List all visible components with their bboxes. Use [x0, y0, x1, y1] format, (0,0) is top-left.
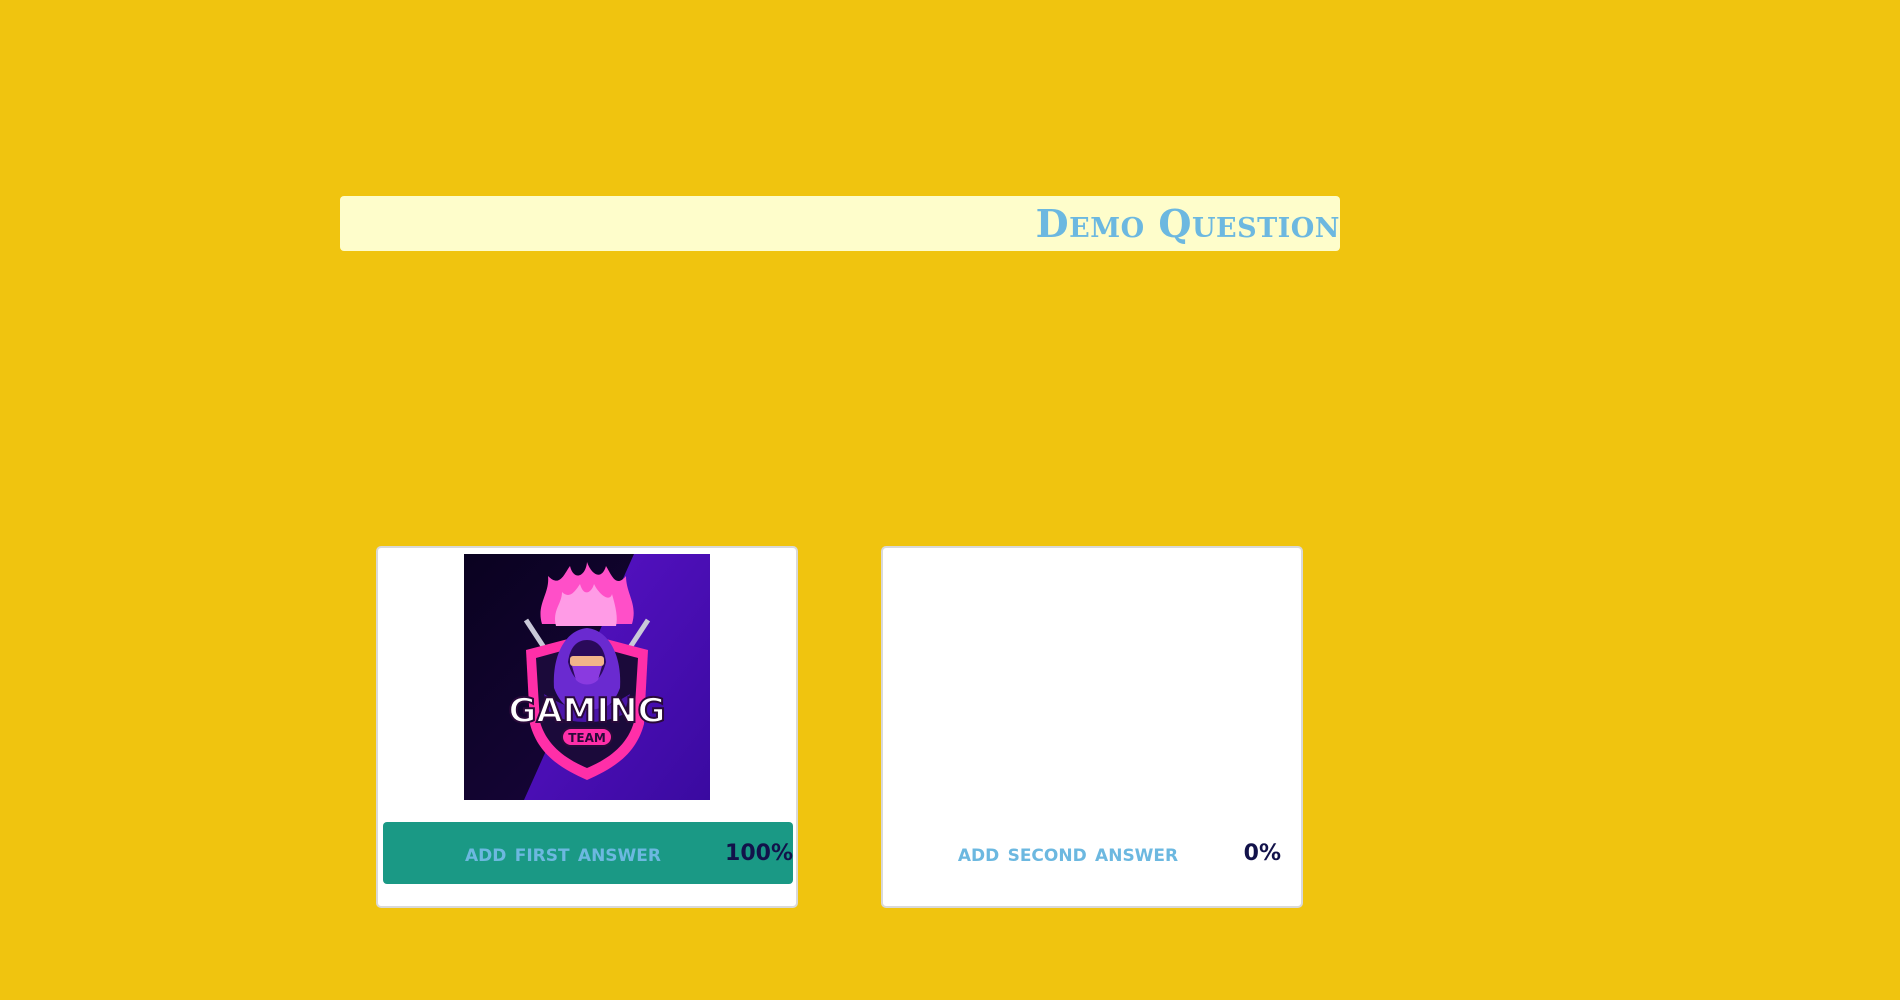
answer-label-second[interactable]: add second answer	[888, 839, 1248, 867]
answer-percent-first: 100%	[725, 840, 793, 866]
question-bar: Demo Question	[340, 196, 1340, 251]
answer-label-first[interactable]: add first answer	[383, 839, 743, 867]
answer-card-second[interactable]: add second answer 0%	[881, 546, 1303, 908]
logo-main-text: GAMING	[508, 691, 665, 731]
answer-row-first[interactable]: add first answer 100%	[383, 822, 793, 884]
logo-sub-text: TEAM	[568, 731, 606, 745]
gaming-team-logo-icon: GAMING TEAM	[464, 554, 710, 800]
question-title: Demo Question	[1035, 201, 1340, 246]
poll-stage: Demo Question GAMING TEAM add first answ…	[0, 0, 1900, 1000]
answer-percent-second: 0%	[1243, 840, 1281, 866]
answer-row-second[interactable]: add second answer 0%	[888, 822, 1298, 884]
answer-card-first[interactable]: GAMING TEAM add first answer 100%	[376, 546, 798, 908]
